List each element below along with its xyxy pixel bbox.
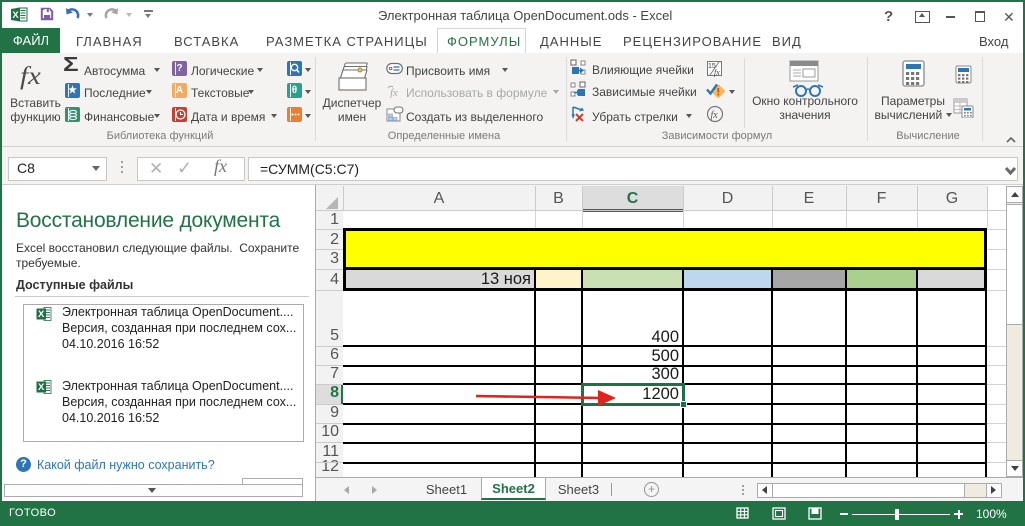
svg-text:X: X: [12, 10, 19, 21]
svg-text:X: X: [38, 382, 45, 393]
svg-text:fx: fx: [390, 87, 398, 98]
svg-text:fx: fx: [714, 68, 720, 77]
svg-text:fx: fx: [711, 110, 719, 121]
svg-text:X: X: [38, 309, 45, 320]
